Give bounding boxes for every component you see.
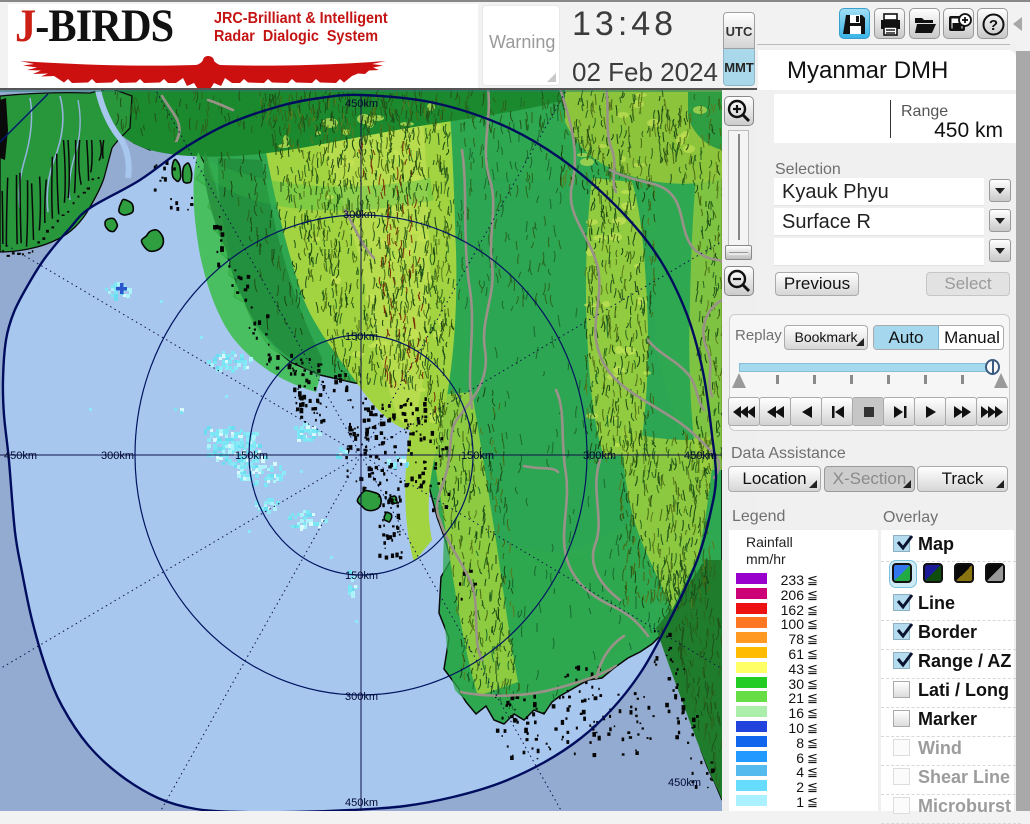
svg-text:150km: 150km [235,450,268,462]
svg-text:300km: 300km [101,450,134,462]
svg-text:450km: 450km [345,797,378,809]
svg-text:150km: 150km [345,570,378,582]
svg-text:300km: 300km [343,209,376,221]
svg-text:150km: 150km [345,331,378,343]
svg-text:450km: 450km [684,450,717,462]
svg-text:?: ? [989,17,998,34]
svg-text:450km: 450km [668,777,701,789]
svg-text:450km: 450km [345,98,378,110]
svg-text:300km: 300km [345,691,378,703]
svg-text:450km: 450km [4,450,37,462]
svg-text:150km: 150km [461,450,494,462]
svg-text:300km: 300km [583,450,616,462]
